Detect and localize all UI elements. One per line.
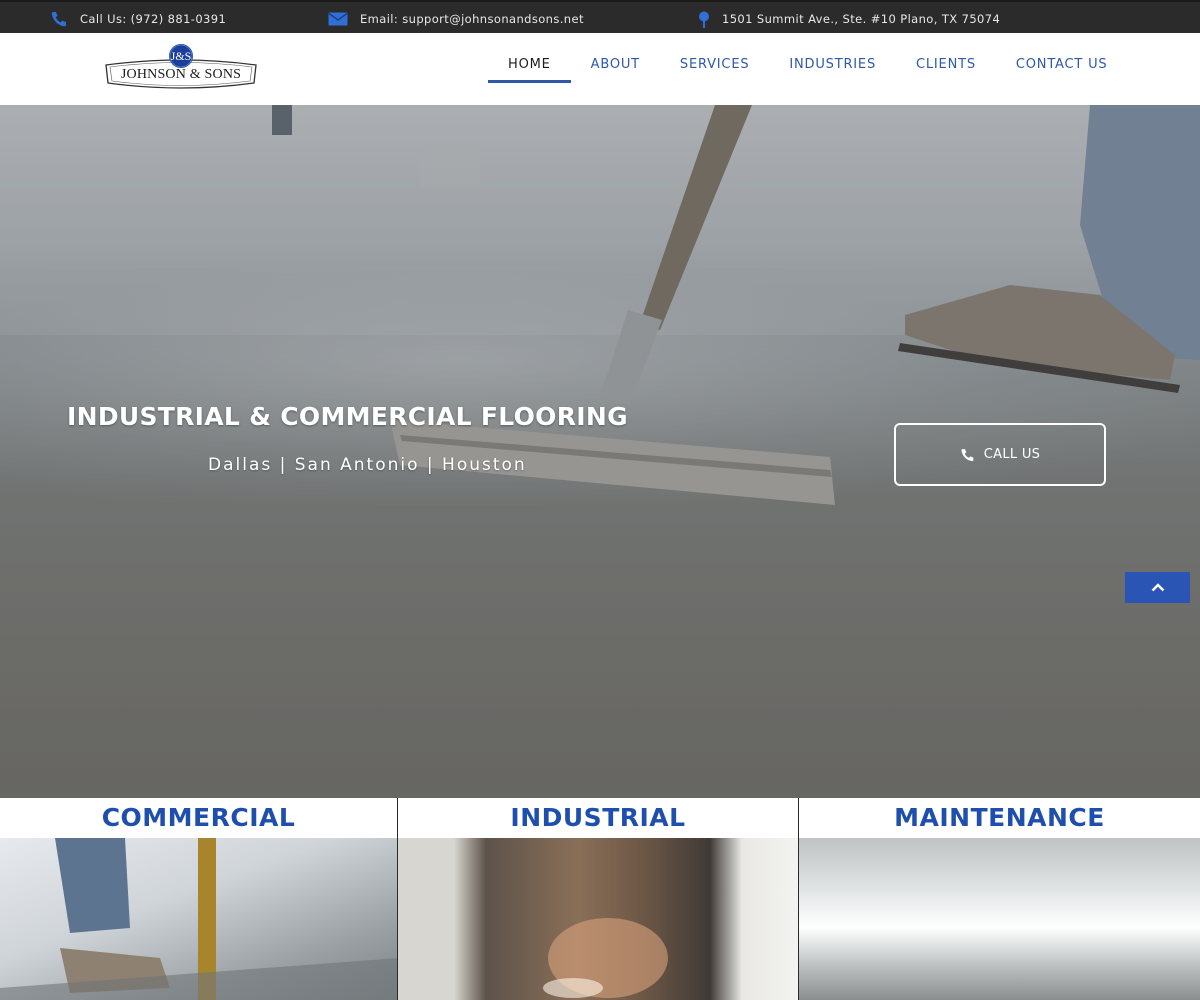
- chevron-up-icon: [1151, 583, 1164, 592]
- phone-icon: [961, 448, 974, 461]
- tile-title: COMMERCIAL: [0, 798, 397, 838]
- scroll-to-top-button[interactable]: [1125, 572, 1190, 603]
- topbar-email[interactable]: Email: support@johnsonandsons.net: [328, 10, 584, 28]
- tile-maintenance[interactable]: MAINTENANCE: [799, 798, 1200, 1000]
- tile-photo-maintenance: [799, 838, 1200, 1000]
- topbar-phone[interactable]: Call Us: (972) 881-0391: [50, 10, 226, 28]
- tile-photo-industrial: [398, 838, 798, 1000]
- nav-home[interactable]: HOME: [488, 55, 571, 83]
- service-tiles: COMMERCIAL INDUSTRIAL MAINTENANCE: [0, 798, 1200, 1000]
- nav-about[interactable]: ABOUT: [571, 55, 660, 83]
- topbar-phone-text: Call Us: (972) 881-0391: [80, 12, 227, 26]
- nav-contact-us[interactable]: CONTACT US: [996, 55, 1128, 83]
- call-us-button[interactable]: CALL US: [894, 423, 1106, 486]
- call-us-label: CALL US: [983, 447, 1041, 462]
- hero-cities: Dallas | San Antonio | Houston: [208, 455, 527, 475]
- topbar-email-text: Email: support@johnsonandsons.net: [360, 12, 584, 26]
- hero-title: INDUSTRIAL & COMMERCIAL FLOORING: [67, 402, 628, 431]
- map-pin-icon: [699, 11, 709, 28]
- tile-title: INDUSTRIAL: [398, 798, 798, 838]
- tile-title: MAINTENANCE: [799, 798, 1200, 838]
- phone-icon: [51, 12, 66, 27]
- nav-clients[interactable]: CLIENTS: [896, 55, 996, 83]
- top-contact-bar: Call Us: (972) 881-0391 Email: support@j…: [0, 0, 1200, 33]
- nav-services[interactable]: SERVICES: [660, 55, 769, 83]
- hero-banner: INDUSTRIAL & COMMERCIAL FLOORING Dallas …: [0, 105, 1200, 798]
- main-nav: HOME ABOUT SERVICES INDUSTRIES CLIENTS C…: [488, 55, 1127, 83]
- tile-photo-commercial: [0, 838, 397, 1000]
- tile-industrial[interactable]: INDUSTRIAL: [398, 798, 799, 1000]
- svg-text:JOHNSON & SONS: JOHNSON & SONS: [121, 67, 241, 82]
- tile-commercial[interactable]: COMMERCIAL: [0, 798, 398, 1000]
- company-logo[interactable]: J&S JOHNSON & SONS: [104, 43, 258, 91]
- nav-industries[interactable]: INDUSTRIES: [769, 55, 896, 83]
- topbar-address: 1501 Summit Ave., Ste. #10 Plano, TX 750…: [698, 10, 1000, 28]
- topbar-address-text: 1501 Summit Ave., Ste. #10 Plano, TX 750…: [722, 12, 1001, 26]
- site-header: J&S JOHNSON & SONS HOME ABOUT SERVICES I…: [0, 33, 1200, 105]
- envelope-icon: [328, 12, 348, 26]
- svg-text:J&S: J&S: [171, 49, 192, 63]
